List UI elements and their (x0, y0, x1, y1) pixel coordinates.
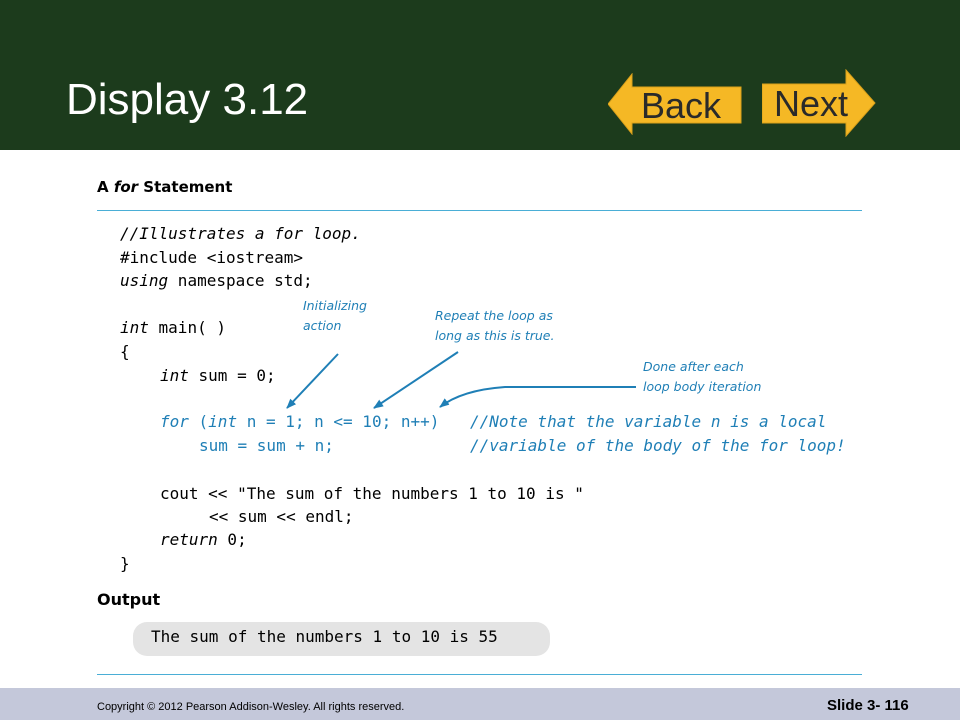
output-text: The sum of the numbers 1 to 10 is 55 (151, 627, 498, 646)
repeat-arrow (373, 351, 459, 409)
copyright-text: Copyright © 2012 Pearson Addison-Wesley.… (97, 701, 405, 713)
bottom-divider (97, 674, 862, 675)
output-heading: Output (97, 590, 161, 609)
annotation-arrows (286, 351, 636, 409)
initializing-arrow (286, 353, 339, 409)
done-arrow (439, 386, 636, 408)
slide-number: Slide 3- 116 (827, 697, 909, 714)
